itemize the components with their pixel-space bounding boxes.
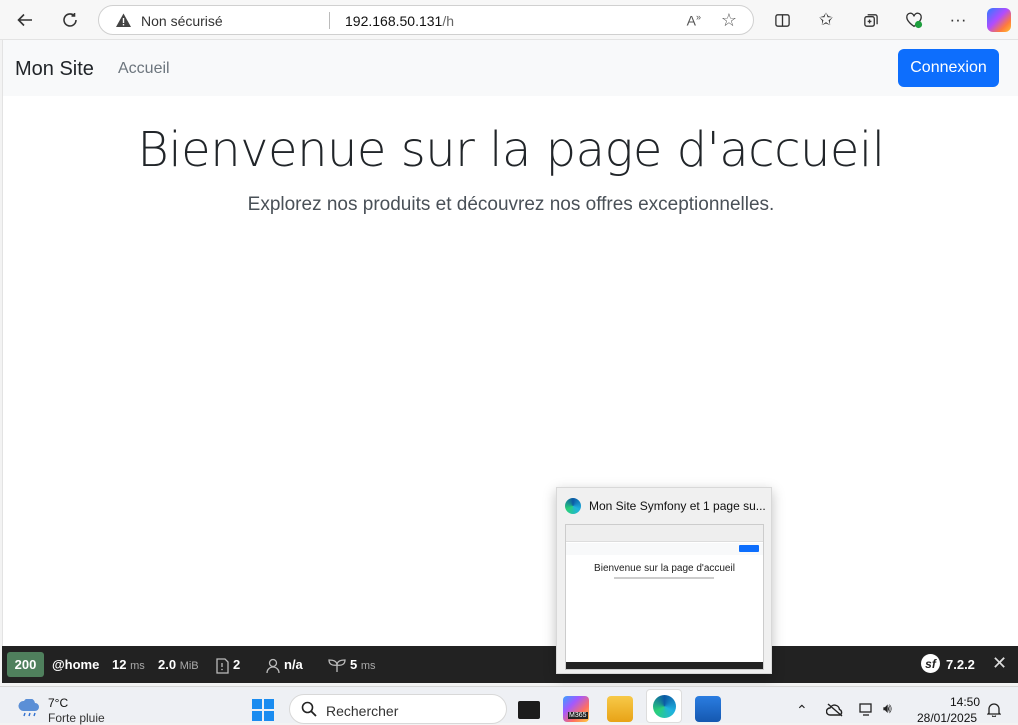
url-path: /h bbox=[442, 13, 455, 29]
route-name[interactable]: @home bbox=[52, 657, 99, 672]
status-code-badge[interactable]: 200 bbox=[7, 652, 44, 677]
file-explorer-icon[interactable] bbox=[607, 696, 633, 722]
thumb-title: Bienvenue sur la page d'accueil bbox=[594, 563, 735, 574]
clock-time[interactable]: 14:50 bbox=[950, 695, 980, 709]
url-host: 192.168.50.131 bbox=[345, 13, 443, 29]
close-icon[interactable]: ✕ bbox=[992, 653, 1007, 674]
split-screen-icon[interactable] bbox=[770, 8, 794, 32]
volume-icon[interactable]: 🔊︎ bbox=[883, 700, 892, 717]
edge-taskbar-icon bbox=[653, 695, 676, 718]
taskbar-search[interactable]: Rechercher bbox=[289, 694, 507, 724]
windows-taskbar: 7°C Forte pluie Rechercher M365 ⌃ 🔊︎ 14:… bbox=[0, 686, 1018, 725]
thumb-login-button bbox=[739, 545, 759, 552]
user-value: n/a bbox=[284, 657, 303, 672]
preview-thumbnail[interactable]: Bienvenue sur la page d'accueil bbox=[565, 524, 764, 670]
thumb-navbar bbox=[566, 543, 763, 555]
copilot-icon[interactable] bbox=[987, 8, 1011, 32]
onedrive-icon[interactable] bbox=[826, 703, 844, 717]
site-navbar: Mon Site Accueil Connexion bbox=[3, 40, 1018, 96]
search-placeholder: Rechercher bbox=[326, 703, 399, 719]
microsoft-store-icon[interactable] bbox=[695, 696, 721, 722]
time-value: 12 bbox=[112, 657, 127, 672]
twig-unit: ms bbox=[360, 660, 376, 672]
edge-icon bbox=[565, 498, 581, 514]
symfony-debug-toolbar: 200 @home 12 ms 2.0 MiB 2 n/a 5 ms sf 7.… bbox=[2, 646, 1018, 683]
route-value: @home bbox=[52, 657, 100, 672]
tab-preview-popup[interactable]: Mon Site Symfony et 1 page su... Bienven… bbox=[556, 487, 772, 674]
windows-start-icon[interactable] bbox=[252, 699, 274, 721]
notification-bell-icon[interactable] bbox=[987, 702, 1001, 717]
read-aloud-icon[interactable]: A» bbox=[687, 12, 701, 29]
favorite-star-icon[interactable]: ☆ bbox=[721, 10, 737, 31]
edge-taskbar-button[interactable] bbox=[646, 689, 682, 723]
security-panel[interactable]: n/a bbox=[266, 657, 303, 674]
twig-leaf-icon bbox=[328, 659, 346, 673]
weather-temperature[interactable]: 7°C bbox=[48, 696, 68, 710]
request-time[interactable]: 12 ms bbox=[112, 657, 145, 672]
address-separator bbox=[329, 12, 330, 29]
m365-badge: M365 bbox=[568, 712, 588, 719]
back-arrow-icon[interactable] bbox=[10, 6, 40, 34]
memory-value: 2.0 bbox=[158, 657, 177, 672]
user-icon bbox=[266, 658, 280, 673]
twig-value: 5 bbox=[350, 657, 358, 672]
time-unit: ms bbox=[130, 660, 145, 672]
rain-cloud-icon[interactable] bbox=[16, 699, 42, 717]
task-view-icon[interactable] bbox=[518, 701, 540, 719]
nav-link-home[interactable]: Accueil bbox=[118, 60, 170, 78]
refresh-icon[interactable] bbox=[55, 6, 85, 34]
site-brand[interactable]: Mon Site bbox=[15, 58, 94, 81]
address-bar[interactable]: Non sécurisé 192.168.50.131/h A» ☆ bbox=[98, 5, 754, 35]
preview-title: Mon Site Symfony et 1 page su... bbox=[589, 499, 766, 513]
chevron-up-icon[interactable]: ⌃ bbox=[796, 702, 808, 719]
security-label[interactable]: Non sécurisé bbox=[141, 13, 223, 29]
collections-icon[interactable] bbox=[858, 8, 882, 32]
memory-usage[interactable]: 2.0 MiB bbox=[158, 657, 199, 672]
symfony-version[interactable]: 7.2.2 bbox=[946, 657, 975, 672]
network-icon[interactable] bbox=[859, 703, 875, 717]
page-viewport: Mon Site Accueil Connexion Bienvenue sur… bbox=[2, 40, 1018, 683]
thumb-chrome bbox=[566, 525, 763, 542]
login-button[interactable]: Connexion bbox=[898, 49, 999, 87]
more-menu-icon[interactable]: ··· bbox=[946, 8, 970, 32]
logs-panel[interactable]: 2 bbox=[216, 657, 240, 674]
hero-subtitle: Explorez nos produits et découvrez nos o… bbox=[247, 194, 775, 215]
document-icon bbox=[216, 657, 229, 674]
logs-count: 2 bbox=[233, 657, 241, 672]
thumb-debug-bar bbox=[566, 662, 763, 669]
favorites-icon[interactable]: ✩ bbox=[814, 8, 838, 32]
hero-title: Bienvenue sur la page d'accueil bbox=[137, 122, 885, 178]
twig-panel[interactable]: 5 ms bbox=[328, 657, 376, 673]
warning-icon[interactable] bbox=[115, 12, 132, 29]
search-icon bbox=[301, 701, 317, 717]
symfony-logo-icon[interactable]: sf bbox=[921, 654, 940, 673]
url-text[interactable]: 192.168.50.131/h bbox=[345, 13, 454, 29]
memory-unit: MiB bbox=[179, 660, 199, 672]
browser-essentials-icon[interactable] bbox=[902, 8, 926, 32]
m365-icon[interactable]: M365 bbox=[563, 696, 589, 722]
browser-toolbar: Non sécurisé 192.168.50.131/h A» ☆ ✩ ··· bbox=[0, 0, 1018, 40]
thumb-subtitle-line bbox=[614, 577, 714, 579]
